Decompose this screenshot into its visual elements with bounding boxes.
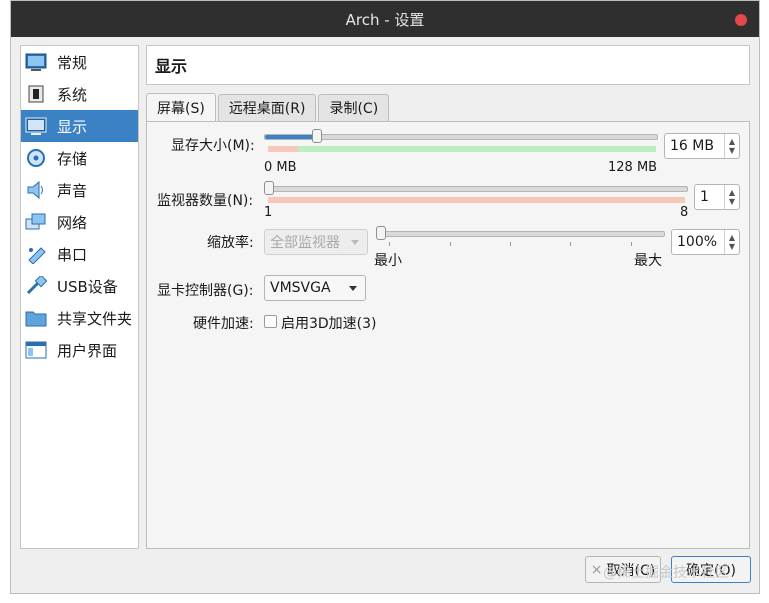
sidebar-item-usb[interactable]: USB设备 [21,270,138,302]
tick-mark [450,242,451,246]
tick-mark [570,242,571,246]
sidebar-item-label: 用户界面 [57,341,118,360]
scale-monitor-combo: 全部监视器 [264,229,368,255]
scale-factor-value: 100% [677,234,718,250]
scale-factor-slider[interactable] [376,231,665,237]
network-icon [25,211,47,233]
chevron-down-icon [351,240,359,245]
monitor-count-handle[interactable] [264,181,274,195]
monitor-count-label: 监视器数量(N): [157,193,254,209]
sidebar-item-label: USB设备 [57,277,118,296]
sidebar-item-display[interactable]: 显示 [21,110,138,142]
chevron-down-icon [349,286,357,291]
watermark-text: @稀土掘金技术社区 [603,565,729,581]
tick-mark [389,242,390,246]
graphics-controller-value: VMSVGA [270,280,331,296]
sidebar-item-label: 显示 [57,117,88,136]
video-memory-low-band [268,146,298,152]
enable-3d-checkbox[interactable] [264,315,277,328]
sidebar-item-system[interactable]: 系统 [21,78,138,110]
close-icon: × [590,561,603,578]
window-title: Arch - 设置 [345,10,425,29]
tab-bar: 屏幕(S) 远程桌面(R) 录制(C) [146,93,391,122]
chip-icon [25,83,47,105]
tick-mark [510,242,511,246]
video-memory-max-label: 128 MB [608,160,658,175]
video-memory-spinbox[interactable]: 16 MB ▲ ▼ [664,133,740,159]
enable-3d-label[interactable]: 启用3D加速(3) [281,313,377,333]
spin-arrows-icon[interactable]: ▲ ▼ [724,134,739,158]
ui-icon [25,339,47,361]
tab-remote-display[interactable]: 远程桌面(R) [217,94,317,121]
sidebar-item-shared-folders[interactable]: 共享文件夹 [21,302,138,334]
settings-sidebar: 常规 系统 显示 存储 声音 网络 串口 USB设备 共享文件夹 用户界面 [20,45,139,549]
serial-icon [25,243,47,265]
video-memory-handle[interactable] [311,129,322,143]
graphics-controller-label: 显卡控制器(G): [157,283,254,299]
sidebar-item-label: 声音 [57,181,88,200]
scale-factor-label: 缩放率: [207,235,254,251]
folder-icon [25,307,47,329]
video-memory-slider[interactable] [264,134,658,140]
spin-arrows-icon[interactable]: ▲ ▼ [724,185,739,209]
monitor-count-slider[interactable] [264,186,688,192]
sidebar-item-label: 串口 [57,245,88,264]
sidebar-item-user-interface[interactable]: 用户界面 [21,334,138,366]
usb-icon [25,275,47,297]
scale-min-label: 最小 [374,253,402,269]
tick-mark [631,242,632,246]
sidebar-item-label: 常规 [57,53,88,72]
tab-screen[interactable]: 屏幕(S) [146,93,216,122]
sidebar-item-label: 存储 [57,149,88,168]
speaker-icon [25,179,47,201]
scale-factor-spinbox[interactable]: 100% ▲ ▼ [671,229,740,255]
monitor-icon [25,115,47,137]
acceleration-label: 硬件加速: [193,316,254,332]
video-memory-ok-band [298,146,656,152]
screen-panel: 显存大小(M): 0 MB 128 MB 16 MB ▲ ▼ 监视器数量(N): … [146,121,750,549]
video-memory-min-label: 0 MB [264,160,297,175]
sidebar-item-storage[interactable]: 存储 [21,142,138,174]
monitor-count-value: 1 [700,189,709,205]
graphics-controller-select[interactable]: VMSVGA [264,275,366,301]
sidebar-item-audio[interactable]: 声音 [21,174,138,206]
close-icon[interactable] [735,14,747,26]
scale-max-label: 最大 [634,253,662,269]
scale-monitor-combo-value: 全部监视器 [270,235,340,251]
monitor-count-min-label: 1 [264,205,273,220]
video-memory-fill [265,135,319,139]
disk-icon [25,147,47,169]
video-memory-label: 显存大小(M): [171,138,255,154]
settings-window: Arch - 设置 常规 系统 显示 存储 声音 网络 串口 USB设备 共享文… [10,0,760,594]
sidebar-item-general[interactable]: 常规 [21,46,138,78]
page-title: 显示 [146,45,750,85]
monitor-count-band [268,197,685,203]
video-memory-value: 16 MB [670,138,714,154]
spin-arrows-icon[interactable]: ▲ ▼ [724,230,739,254]
sidebar-item-label: 网络 [57,213,88,232]
sidebar-item-network[interactable]: 网络 [21,206,138,238]
scale-factor-handle[interactable] [376,226,386,240]
tab-recording[interactable]: 录制(C) [318,94,390,121]
monitor-count-spinbox[interactable]: 1 ▲ ▼ [694,184,740,210]
general-icon [25,51,47,73]
sidebar-item-label: 共享文件夹 [57,309,133,328]
sidebar-item-serial[interactable]: 串口 [21,238,138,270]
title-bar[interactable]: Arch - 设置 [11,1,759,37]
sidebar-item-label: 系统 [57,85,88,104]
monitor-count-max-label: 8 [680,205,689,220]
